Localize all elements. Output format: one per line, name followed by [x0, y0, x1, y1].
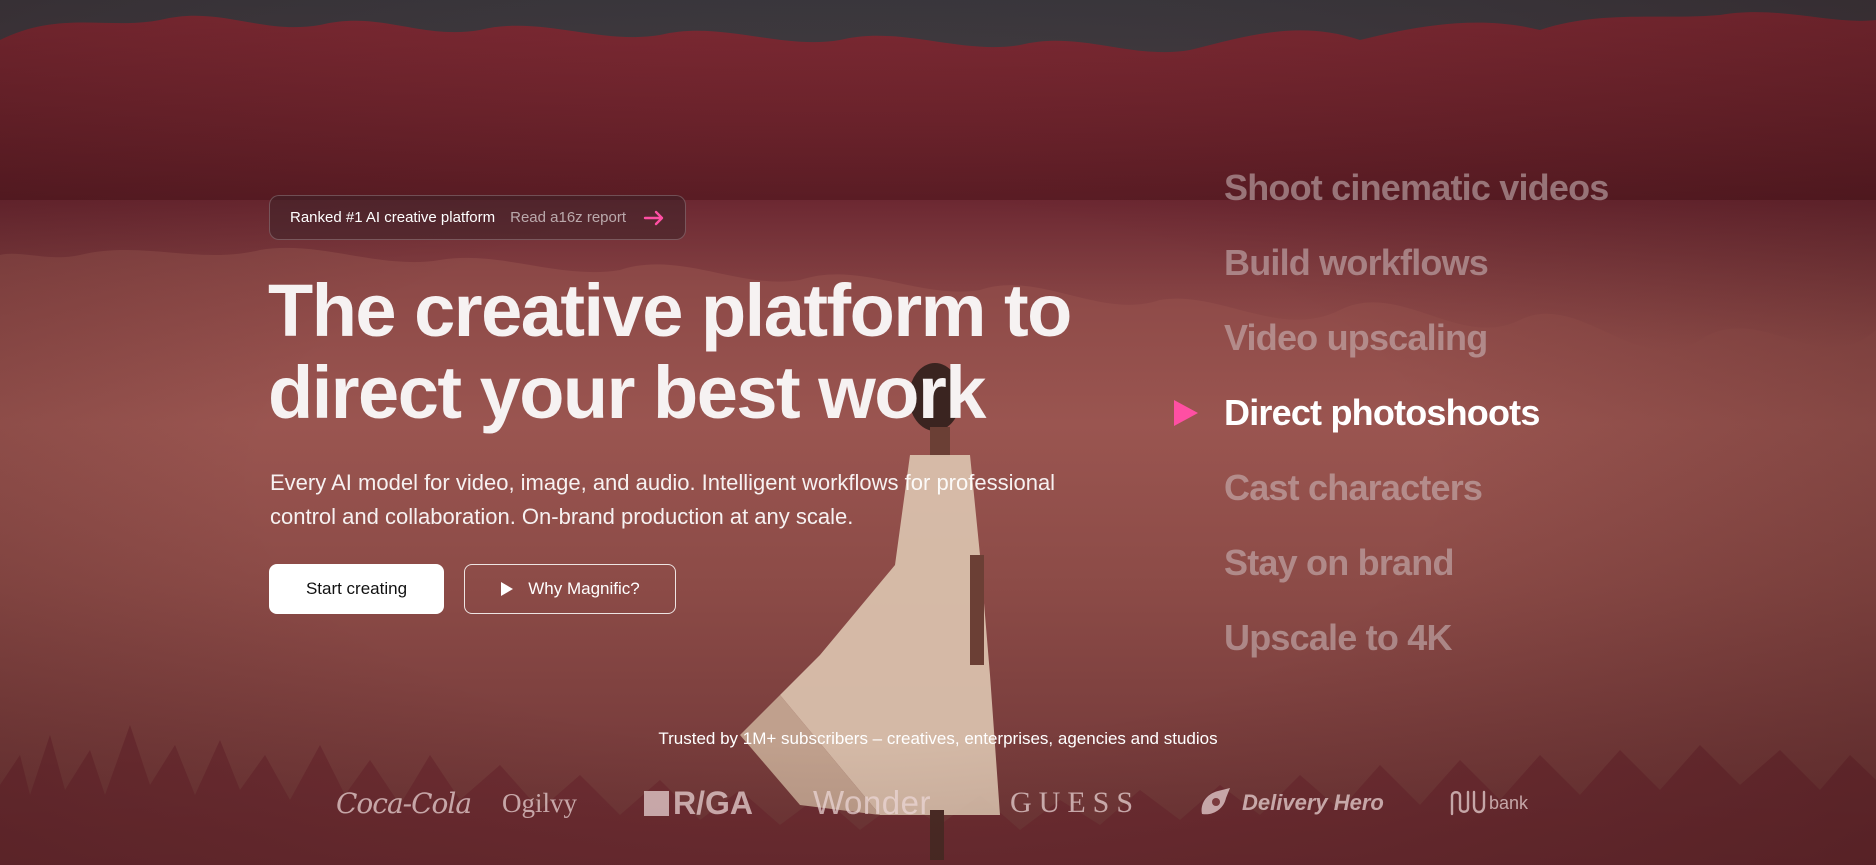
delivery-hero-mark-icon [1201, 788, 1230, 815]
badge-report-link[interactable]: Read a16z report [510, 209, 626, 226]
feature-label: Upscale to 4K [1224, 616, 1452, 658]
nubank-logo: bank [1449, 780, 1528, 826]
wonder-logo: Wonder [813, 784, 931, 821]
feature-item-video-upscaling[interactable]: Video upscaling [1224, 300, 1784, 375]
feature-label: Cast characters [1224, 466, 1483, 508]
feature-item-cast-characters[interactable]: Cast characters [1224, 450, 1784, 525]
badge-main-text: Ranked #1 AI creative platform [290, 209, 496, 226]
feature-item-direct-photoshoots[interactable]: Direct photoshoots [1174, 375, 1784, 450]
subtitle-line-1: Every AI model for video, image, and aud… [270, 470, 1056, 495]
rga-logo: R/GA [644, 780, 753, 826]
feature-label: Video upscaling [1224, 316, 1488, 358]
play-triangle-icon [1174, 399, 1198, 426]
rga-square-mark [644, 790, 669, 816]
ranked-badge[interactable]: Ranked #1 AI creative platform Read a16z… [269, 195, 686, 240]
feature-item-stay-on-brand[interactable]: Stay on brand [1224, 525, 1784, 600]
hero-headline: The creative platform to direct your bes… [268, 270, 1088, 434]
why-magnific-label: Why Magnific? [528, 579, 640, 598]
client-logos: Coca-Cola Ogilvy R/GA Wonder GUESS Deliv… [0, 780, 1876, 826]
feature-label: Direct photoshoots [1224, 391, 1540, 433]
feature-item-upscale-to-4k[interactable]: Upscale to 4K [1224, 600, 1784, 675]
headline-line-2: direct your best work [268, 351, 986, 434]
guess-logo: GUESS [1010, 786, 1141, 819]
start-creating-button[interactable]: Start creating [269, 564, 444, 614]
feature-list: Shoot cinematic videos Build workflows V… [1174, 150, 1784, 675]
cocacola-logo: Coca-Cola [336, 786, 472, 820]
subtitle-line-2: control and collaboration. On-brand prod… [270, 504, 854, 529]
why-magnific-button[interactable]: Why Magnific? [464, 564, 676, 614]
play-icon [501, 582, 514, 596]
feature-label: Stay on brand [1224, 541, 1454, 583]
delivery-hero-logo: Delivery Hero [1196, 780, 1384, 826]
hero-subtitle: Every AI model for video, image, and aud… [270, 466, 1120, 534]
delivery-hero-wordmark: Delivery Hero [1242, 790, 1384, 815]
rga-wordmark: R/GA [673, 784, 753, 821]
trusted-by-text: Trusted by 1M+ subscribers – creatives, … [658, 729, 1218, 748]
ogilvy-logo: Ogilvy [502, 787, 578, 818]
feature-item-shoot-cinematic-videos[interactable]: Shoot cinematic videos [1224, 150, 1784, 225]
nu-mark-icon [1450, 790, 1486, 816]
feature-item-build-workflows[interactable]: Build workflows [1224, 225, 1784, 300]
nubank-wordmark: bank [1489, 792, 1529, 813]
feature-label: Build workflows [1224, 241, 1489, 283]
headline-line-1: The creative platform to [268, 269, 1072, 352]
feature-label: Shoot cinematic videos [1224, 166, 1609, 208]
arrow-right-icon [643, 210, 664, 225]
